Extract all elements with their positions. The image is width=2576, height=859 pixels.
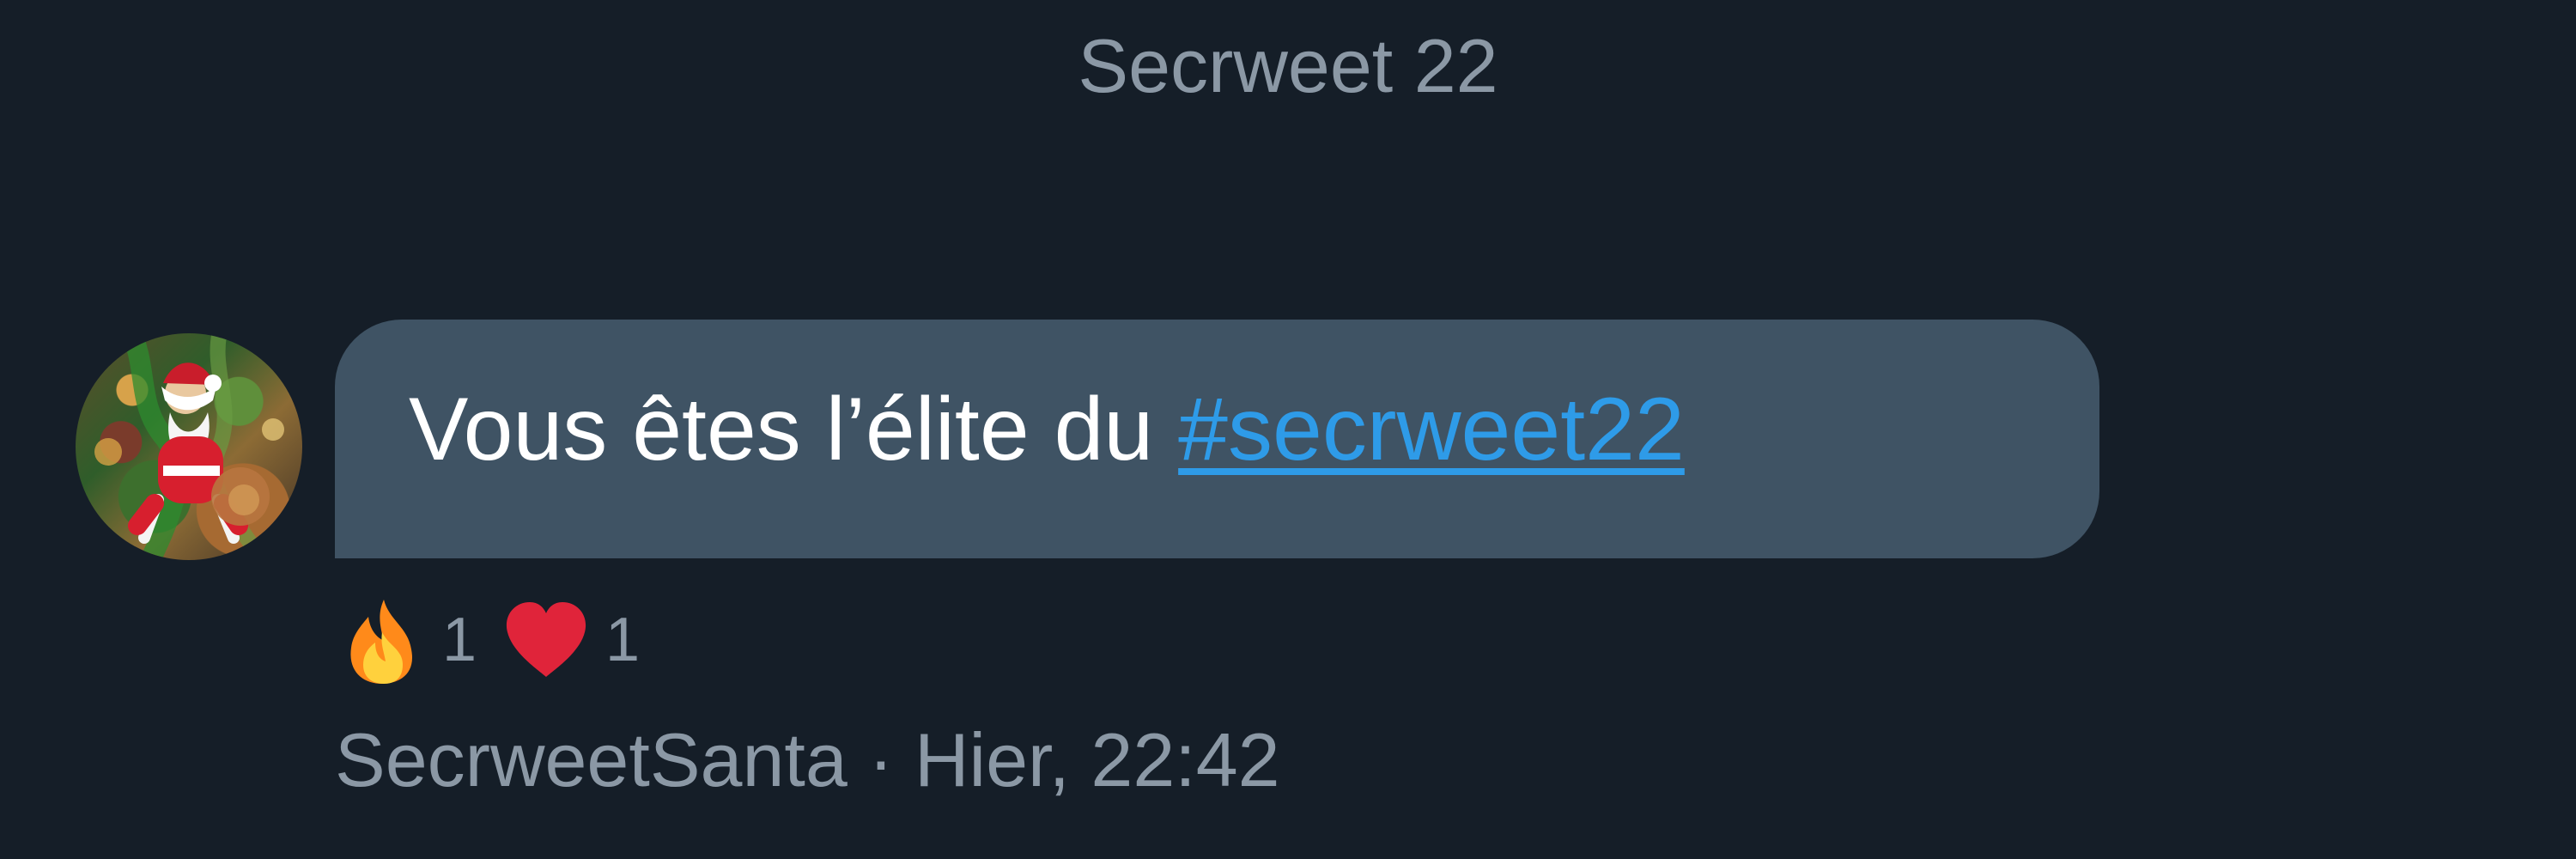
message-timestamp: Hier, 22:42	[914, 717, 1280, 802]
message-bubble[interactable]: Vous êtes l’élite du #secrweet22	[335, 320, 2099, 558]
message-text: Vous êtes l’élite du #secrweet22	[409, 369, 1685, 490]
heart-reaction-count: 1	[605, 606, 641, 674]
avatar[interactable]	[76, 333, 302, 560]
conversation-title-text: Secrweet 22	[1078, 23, 1498, 108]
fire-icon	[350, 600, 413, 684]
heart-icon	[506, 602, 586, 677]
fire-reaction-count: 1	[442, 606, 477, 674]
santa-avatar-icon	[94, 333, 284, 560]
hashtag-link[interactable]: #secrweet22	[1178, 380, 1685, 479]
metadata-separator: ·	[847, 717, 914, 802]
conversation-title: Secrweet 22	[0, 19, 2576, 113]
message-text-prefix: Vous êtes l’élite du	[409, 380, 1179, 479]
fire-reaction[interactable]: 1	[337, 594, 487, 685]
message-reactions: 1 1	[337, 593, 650, 687]
heart-reaction[interactable]: 1	[501, 594, 650, 685]
message-author[interactable]: SecrweetSanta	[335, 717, 848, 802]
dm-conversation-screen: Secrweet 22 Vous êtes l’élite du #secrwe…	[0, 0, 2576, 859]
message-metadata: SecrweetSanta · Hier, 22:42	[335, 713, 1280, 807]
